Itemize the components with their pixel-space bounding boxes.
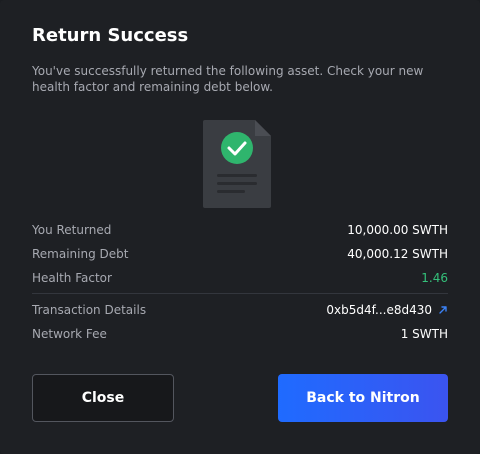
transaction-link[interactable]: 0xb5d4f...e8d430 — [326, 303, 448, 317]
remaining-debt-label: Remaining Debt — [32, 247, 129, 261]
modal-description: You've successfully returned the followi… — [32, 64, 424, 94]
return-success-modal: Return Success You've successfully retur… — [0, 0, 480, 454]
transaction-row: Transaction Details 0xb5d4f...e8d430 — [32, 301, 448, 319]
modal-title: Return Success — [32, 25, 189, 46]
remaining-debt-row: Remaining Debt 40,000.12 SWTH — [32, 245, 448, 263]
network-fee-row: Network Fee 1 SWTH — [32, 325, 448, 343]
details-divider — [32, 293, 448, 294]
returned-label: You Returned — [32, 223, 112, 237]
returned-value: 10,000.00 SWTH — [347, 223, 448, 237]
back-to-nitron-button[interactable]: Back to Nitron — [278, 374, 448, 422]
health-factor-row: Health Factor 1.46 — [32, 269, 448, 287]
network-fee-value: 1 SWTH — [400, 327, 448, 341]
document-check-icon — [203, 120, 271, 208]
remaining-debt-value: 40,000.12 SWTH — [347, 247, 448, 261]
returned-row: You Returned 10,000.00 SWTH — [32, 221, 448, 239]
network-fee-label: Network Fee — [32, 327, 107, 341]
transaction-label: Transaction Details — [32, 303, 147, 317]
transaction-hash[interactable]: 0xb5d4f...e8d430 — [326, 303, 432, 317]
close-button[interactable]: Close — [32, 374, 174, 422]
health-factor-label: Health Factor — [32, 271, 112, 285]
external-link-icon[interactable] — [438, 305, 448, 315]
health-factor-value: 1.46 — [421, 271, 448, 285]
